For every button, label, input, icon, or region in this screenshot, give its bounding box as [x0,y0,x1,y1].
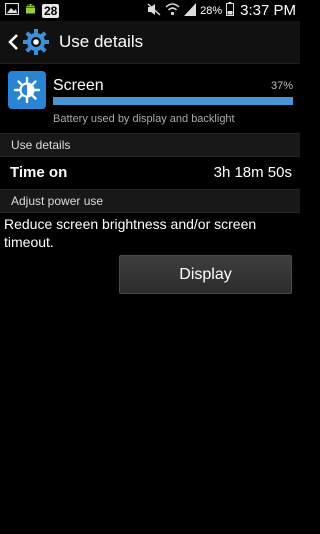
page-title: Use details [59,32,144,51]
android-icon [24,1,37,20]
app-description: Battery used by display and backlight [53,113,235,125]
notification-count: 28 [42,3,60,18]
battery-icon [226,2,235,19]
wifi-icon [165,2,180,19]
gallery-icon [4,2,20,20]
mute-icon [147,2,161,19]
back-chevron-icon[interactable] [6,32,20,52]
action-bar: Use details [0,21,300,64]
time-on-label: Time on [10,163,68,181]
app-percent: 37% [270,80,293,92]
brightness-icon [8,71,46,109]
display-button[interactable]: Display [119,255,292,294]
section-header-label: Adjust power use [11,194,104,208]
app-name: Screen [53,77,104,94]
gear-icon [23,29,49,55]
signal-icon [184,2,197,19]
time-on-value: 3h 18m 50s [213,163,292,181]
time-on-row: Time on 3h 18m 50s [0,157,300,187]
advice-text: Reduce screen brightness and/or screen t… [4,216,257,250]
status-bar: 28 28% 3:37 PM [0,0,300,21]
battery-percent: 28% [200,4,223,17]
section-header-label: Use details [11,138,71,152]
clock: 3:37 PM [240,2,296,19]
section-header-adjust-power: Adjust power use [0,189,300,213]
app-usage-row: Screen 37% Battery used by display and b… [0,63,300,131]
usage-bar-fill [53,97,293,105]
usage-bar [53,97,293,105]
section-header-use-details: Use details [0,133,300,157]
